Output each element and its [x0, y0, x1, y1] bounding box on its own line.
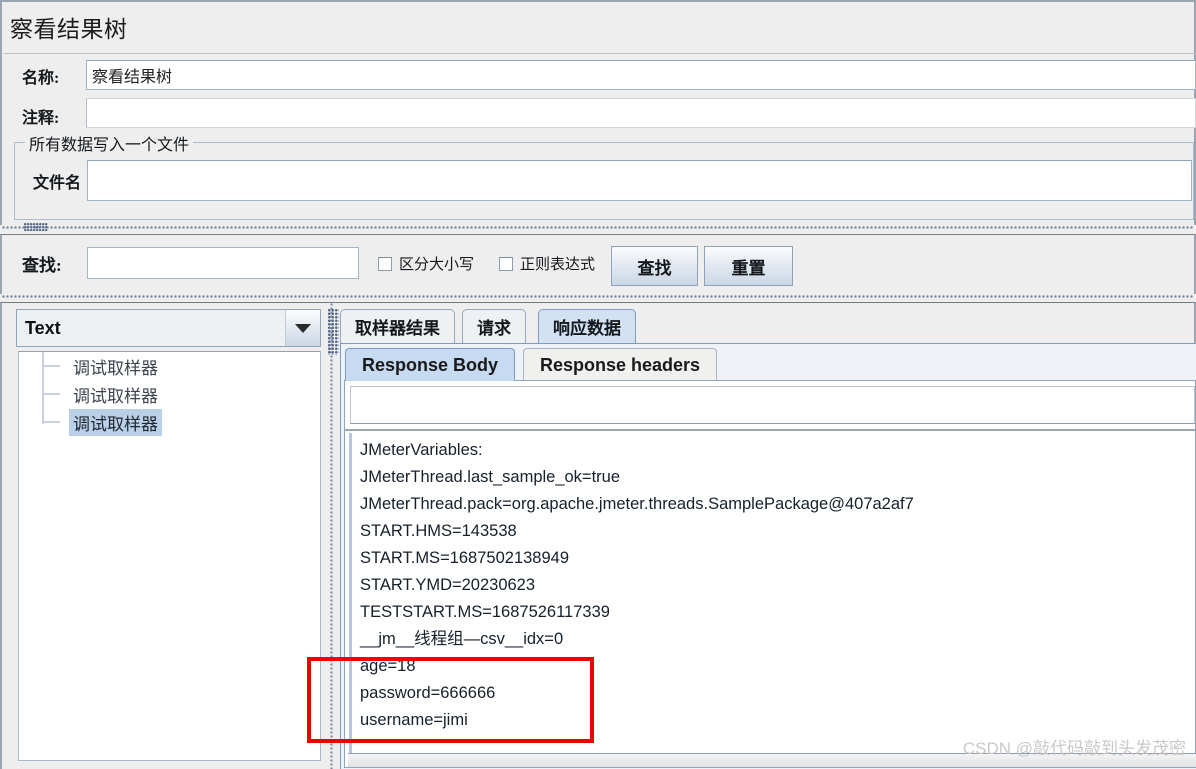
result-tabs: 取样器结果 请求 响应数据 — [340, 309, 1196, 344]
case-sensitive-label: 区分大小写 — [399, 257, 475, 273]
response-line: START.MS=1687502138949 — [360, 549, 569, 567]
reset-button[interactable]: 重置 — [704, 246, 793, 286]
list-item[interactable]: 调试取样器 — [19, 352, 320, 380]
vertical-splitter-grip-icon[interactable] — [328, 309, 339, 355]
response-line: START.YMD=20230623 — [360, 576, 536, 594]
vertical-splitter[interactable] — [327, 303, 340, 769]
subtab-response-headers[interactable]: Response headers — [523, 348, 718, 381]
group-legend: 所有数据写入一个文件 — [25, 131, 194, 155]
right-pane: 取样器结果 请求 响应数据 Response Body Response hea… — [340, 303, 1196, 769]
response-line: password=666666 — [360, 684, 496, 702]
config-panel: 察看结果树 名称: 注释: 所有数据写入一个文件 文件名 — [0, 0, 1196, 225]
tab-sampler-result[interactable]: 取样器结果 — [340, 309, 455, 343]
splitter-grip-icon[interactable] — [24, 223, 48, 231]
response-line: age=18 — [360, 657, 416, 675]
tree-item-label: 调试取样器 — [73, 358, 158, 378]
search-label: 查找: — [22, 256, 62, 275]
find-button[interactable]: 查找 — [611, 246, 698, 286]
response-line: TESTSTART.MS=1687526117339 — [360, 603, 610, 621]
title-divider — [4, 53, 1196, 54]
watermark: CSDN @敲代码敲到头发茂密 — [962, 739, 1186, 758]
response-line: JMeterVariables: — [360, 441, 483, 459]
tab-response-data[interactable]: 响应数据 — [538, 309, 636, 343]
comment-row: 注释: — [4, 98, 1196, 128]
comment-label: 注释: — [22, 110, 60, 127]
filename-input[interactable] — [87, 160, 1192, 201]
regex-checkbox[interactable]: 正则表达式 — [499, 253, 595, 274]
results-content-area: Text 调试取样器 调试取样器 调试取样器 取样器结果 请求 响应数据 Res… — [0, 302, 1196, 769]
page-title: 察看结果树 — [10, 17, 128, 42]
name-label: 名称: — [22, 70, 60, 87]
results-tree[interactable]: 调试取样器 调试取样器 调试取样器 — [18, 351, 321, 761]
response-line: __jm__线程组—csv__idx=0 — [360, 630, 564, 648]
tree-item-label: 调试取样器 — [69, 408, 162, 436]
search-toolbar: 查找: 区分大小写 正则表达式 查找 重置 — [0, 234, 1196, 294]
response-body-text[interactable]: JMeterVariables: JMeterThread.last_sampl… — [349, 433, 1195, 767]
chevron-down-icon[interactable] — [286, 310, 320, 346]
checkbox-box-icon[interactable] — [499, 256, 513, 271]
checkbox-box-icon[interactable] — [378, 256, 392, 271]
renderer-select[interactable]: Text — [16, 309, 321, 347]
list-item[interactable]: 调试取样器 — [19, 380, 320, 408]
regex-label: 正则表达式 — [520, 257, 596, 273]
view-results-tree-window: 察看结果树 名称: 注释: 所有数据写入一个文件 文件名 查找: 区分大小写 正 — [0, 0, 1196, 769]
write-all-data-to-file-group: 所有数据写入一个文件 文件名 — [14, 131, 1194, 220]
response-line: START.HMS=143538 — [360, 522, 517, 540]
name-row: 名称: — [4, 58, 1196, 92]
response-line: username=jimi — [360, 711, 468, 729]
comment-input[interactable] — [86, 98, 1196, 128]
filename-label: 文件名 — [33, 175, 82, 192]
response-line: JMeterThread.pack=org.apache.jmeter.thre… — [360, 495, 914, 513]
list-item[interactable]: 调试取样器 — [19, 408, 320, 436]
tab-request[interactable]: 请求 — [462, 309, 526, 343]
response-body-content: JMeterVariables: JMeterThread.last_sampl… — [344, 380, 1196, 768]
response-data-panel: Response Body Response headers JMeterVar… — [340, 343, 1196, 769]
horizontal-splitter-top[interactable] — [2, 222, 1194, 233]
response-line: JMeterThread.last_sample_ok=true — [360, 468, 621, 486]
content-divider — [345, 429, 1196, 431]
tree-item-label: 调试取样器 — [73, 386, 158, 406]
name-input[interactable] — [86, 60, 1196, 90]
renderer-select-value: Text — [17, 310, 286, 346]
subtab-response-body[interactable]: Response Body — [345, 348, 516, 381]
response-filter-input[interactable] — [350, 386, 1195, 424]
case-sensitive-checkbox[interactable]: 区分大小写 — [378, 253, 474, 274]
left-pane: Text 调试取样器 调试取样器 调试取样器 — [16, 309, 324, 764]
search-input[interactable] — [87, 247, 359, 279]
